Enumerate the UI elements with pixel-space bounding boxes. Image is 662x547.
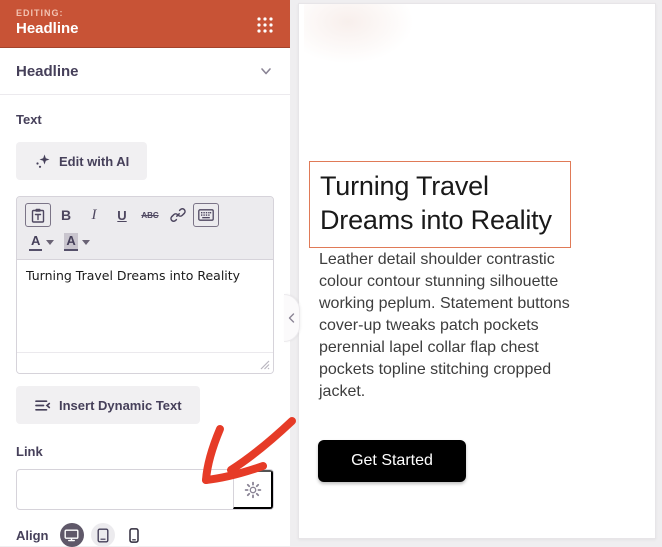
mobile-icon bbox=[129, 528, 139, 543]
resize-grip-icon[interactable] bbox=[259, 359, 270, 370]
get-started-button[interactable]: Get Started bbox=[318, 440, 466, 482]
link-settings-button[interactable] bbox=[233, 470, 273, 509]
page-canvas[interactable]: Turning Travel Dreams into Reality Leath… bbox=[298, 3, 656, 539]
gear-icon bbox=[244, 481, 262, 499]
edit-with-ai-label: Edit with AI bbox=[59, 154, 129, 169]
align-device-mobile-button[interactable] bbox=[122, 523, 146, 547]
align-label: Align bbox=[16, 528, 49, 543]
chevron-down-icon bbox=[258, 63, 274, 79]
editor-toolbar: B I U ABC bbox=[17, 197, 273, 260]
rich-text-editor: B I U ABC bbox=[16, 196, 274, 374]
tablet-icon bbox=[97, 528, 109, 543]
insert-dynamic-text-button[interactable]: Insert Dynamic Text bbox=[16, 386, 200, 424]
text-color-button[interactable]: A bbox=[25, 230, 58, 254]
link-chain-icon bbox=[170, 207, 186, 223]
editing-block-title: Headline bbox=[16, 20, 274, 37]
edit-with-ai-button[interactable]: Edit with AI bbox=[16, 142, 147, 180]
link-input-group bbox=[16, 469, 274, 510]
editing-label: EDITING: bbox=[16, 8, 274, 18]
align-device-tablet-button[interactable] bbox=[91, 523, 115, 547]
ai-sparkle-icon bbox=[34, 153, 51, 170]
underline-button[interactable]: U bbox=[109, 203, 135, 227]
preview-paragraph[interactable]: Leather detail shoulder contrastic colou… bbox=[319, 249, 587, 403]
caret-down-icon bbox=[46, 240, 54, 245]
italic-button[interactable]: I bbox=[81, 203, 107, 227]
strikethrough-button[interactable]: ABC bbox=[137, 203, 163, 227]
bold-button[interactable]: B bbox=[53, 203, 79, 227]
highlight-color-glyph: A bbox=[64, 233, 77, 251]
panel-body: Text Edit with AI bbox=[0, 112, 290, 547]
accordion-headline[interactable]: Headline bbox=[0, 48, 290, 95]
settings-panel: EDITING: Headline Headline Text bbox=[0, 0, 290, 546]
insert-dynamic-text-label: Insert Dynamic Text bbox=[59, 398, 182, 413]
text-field-label: Text bbox=[16, 112, 274, 127]
editor-footer bbox=[17, 352, 273, 373]
preview-headline: Turning Travel Dreams into Reality bbox=[320, 169, 560, 237]
accordion-title: Headline bbox=[16, 63, 79, 80]
link-button[interactable] bbox=[165, 203, 191, 227]
link-field-label: Link bbox=[16, 444, 274, 459]
paste-as-text-button[interactable] bbox=[25, 203, 51, 227]
link-url-input[interactable] bbox=[17, 470, 233, 509]
background-texture bbox=[304, 4, 414, 64]
selected-headline-block[interactable]: Turning Travel Dreams into Reality bbox=[309, 161, 571, 248]
desktop-icon bbox=[64, 529, 79, 542]
text-color-glyph: A bbox=[29, 233, 42, 251]
dynamic-text-icon bbox=[34, 398, 51, 413]
caret-down-icon bbox=[82, 240, 90, 245]
panel-header: EDITING: Headline bbox=[0, 0, 290, 48]
keyboard-shortcuts-button[interactable] bbox=[193, 203, 219, 227]
live-preview-area: Turning Travel Dreams into Reality Leath… bbox=[290, 0, 662, 546]
clipboard-text-icon bbox=[31, 208, 45, 223]
chevron-left-icon bbox=[288, 313, 295, 323]
grid-dots-icon bbox=[255, 15, 275, 35]
blocks-grid-icon[interactable] bbox=[254, 14, 276, 36]
align-setting-row: Align bbox=[16, 523, 274, 547]
toolbar-row-1: B I U ABC bbox=[25, 203, 265, 227]
align-device-desktop-button[interactable] bbox=[60, 523, 84, 547]
keyboard-icon bbox=[198, 209, 214, 221]
toolbar-row-2: A A bbox=[25, 230, 265, 254]
highlight-color-button[interactable]: A bbox=[60, 230, 93, 254]
headline-text-input[interactable]: Turning Travel Dreams into Reality bbox=[17, 260, 273, 352]
